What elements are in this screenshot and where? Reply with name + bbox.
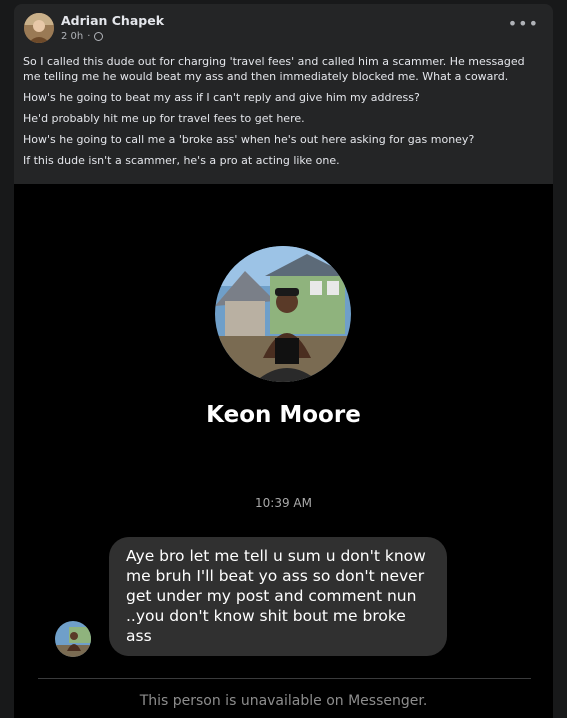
post-paragraph: So I called this dude out for charging '… <box>23 55 525 83</box>
message-bubble: Aye bro let me tell u sum u don't know m… <box>109 537 447 656</box>
post-paragraph: How's he going to call me a 'broke ass' … <box>23 133 475 146</box>
author-avatar[interactable] <box>24 13 54 43</box>
post-image[interactable]: Keon Moore 10:39 AM Aye bro let me tell … <box>14 184 553 718</box>
post-paragraph: How's he going to beat my ass if I can't… <box>23 91 420 104</box>
post-meta: 2 0h · <box>61 31 104 42</box>
globe-icon <box>94 32 104 41</box>
post-card: Adrian Chapek 2 0h · ••• So I called thi… <box>14 4 553 718</box>
sender-avatar <box>55 621 91 657</box>
unavailable-notice: This person is unavailable on Messenger. <box>139 693 428 709</box>
contact-name: Keon Moore <box>206 402 361 428</box>
post-time[interactable]: 2 0h <box>61 31 83 42</box>
contact-profile-photo <box>215 246 351 382</box>
post-paragraph: If this dude isn't a scammer, he's a pro… <box>23 154 340 167</box>
post-text: So I called this dude out for charging '… <box>23 54 543 174</box>
meta-separator: · <box>87 31 91 42</box>
message-timestamp: 10:39 AM <box>255 496 312 510</box>
divider <box>38 678 531 679</box>
more-options-icon[interactable]: ••• <box>508 14 539 33</box>
post-paragraph: He'd probably hit me up for travel fees … <box>23 112 305 125</box>
author-name[interactable]: Adrian Chapek <box>61 13 164 28</box>
